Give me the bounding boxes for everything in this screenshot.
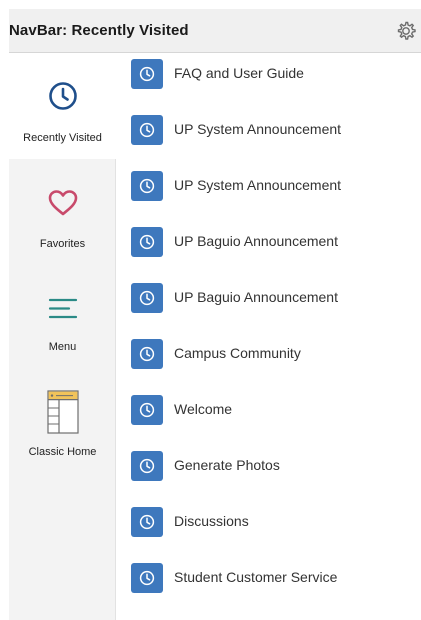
list-item-label: FAQ and User Guide	[174, 65, 304, 81]
list-item-label: UP Baguio Announcement	[174, 289, 338, 305]
list-item[interactable]: UP System Announcement	[116, 109, 421, 153]
menu-icon	[9, 297, 116, 321]
clock-icon	[131, 395, 163, 425]
page-title: NavBar: Recently Visited	[9, 22, 189, 39]
clock-icon	[131, 283, 163, 313]
sidebar-item-label: Menu	[9, 341, 116, 353]
list-item[interactable]: UP System Announcement	[116, 165, 421, 209]
classic-home-icon	[9, 390, 116, 434]
clock-icon	[131, 451, 163, 481]
list-item-label: UP Baguio Announcement	[174, 233, 338, 249]
sidebar-item-label: Recently Visited	[9, 132, 116, 144]
clock-icon	[131, 339, 163, 369]
clock-icon	[131, 563, 163, 593]
clock-icon	[131, 115, 163, 145]
list-item[interactable]: Student Customer Service	[116, 557, 421, 601]
list-item[interactable]: Welcome	[116, 389, 421, 433]
sidebar-item-label: Favorites	[9, 238, 116, 250]
list-item-label: Discussions	[174, 513, 249, 529]
list-item[interactable]: UP Baguio Announcement	[116, 221, 421, 265]
list-item[interactable]: FAQ and User Guide	[116, 53, 421, 97]
sidebar-item-classic-home[interactable]: Classic Home	[9, 367, 116, 471]
clock-icon	[131, 227, 163, 257]
sidebar-item-label: Classic Home	[9, 446, 116, 458]
list-item-label: Student Customer Service	[174, 569, 337, 585]
clock-icon	[131, 59, 163, 89]
clock-icon	[131, 507, 163, 537]
list-item[interactable]: Campus Community	[116, 333, 421, 377]
gear-icon[interactable]	[395, 20, 417, 42]
recently-visited-list: FAQ and User Guide UP System Announcemen…	[116, 53, 421, 620]
clock-icon	[9, 81, 116, 111]
list-item-label: Welcome	[174, 401, 232, 417]
navbar-panel: NavBar: Recently Visited Recently Visite…	[9, 9, 421, 620]
list-item-label: Generate Photos	[174, 457, 280, 473]
list-item-label: UP System Announcement	[174, 177, 341, 193]
sidebar-item-recently-visited[interactable]: Recently Visited	[9, 53, 117, 159]
navbar-header: NavBar: Recently Visited	[9, 9, 421, 53]
list-item[interactable]: Generate Photos	[116, 445, 421, 489]
navbar-sidebar: Recently Visited Favorites Menu	[9, 53, 116, 620]
list-item-label: Campus Community	[174, 345, 301, 361]
list-item[interactable]: Discussions	[116, 501, 421, 545]
heart-icon	[9, 189, 116, 217]
list-item[interactable]: UP Baguio Announcement	[116, 277, 421, 321]
sidebar-item-menu[interactable]: Menu	[9, 263, 116, 367]
clock-icon	[131, 171, 163, 201]
list-item-label: UP System Announcement	[174, 121, 341, 137]
sidebar-item-favorites[interactable]: Favorites	[9, 159, 116, 263]
